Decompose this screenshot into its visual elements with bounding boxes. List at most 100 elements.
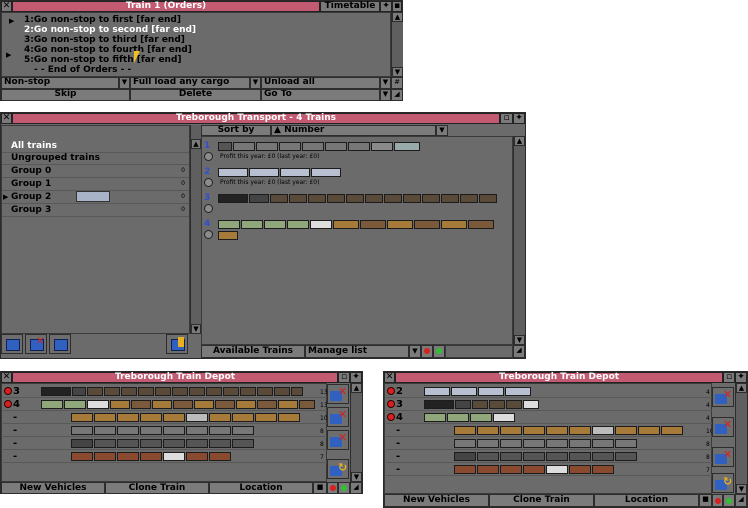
vehicle-row[interactable]: 3 [202,192,512,218]
depot-vehicle-list[interactable]: 2 4 3 4 4 4 - 10 - 8 - 8 - 7 [384,383,714,494]
orders-title[interactable]: Train 1 (Orders) [12,1,320,12]
stop-all-icon[interactable] [421,345,433,358]
pin-icon[interactable]: ✦ [735,372,747,383]
close-button[interactable]: ✕ [1,113,12,124]
sort-dropdown-arrow-icon[interactable]: ▼ [436,125,448,136]
group-row[interactable]: Group 0 0 [2,165,189,178]
sell-all-icon[interactable]: ✕ [327,430,349,450]
train-icon[interactable]: ■ [313,482,327,494]
scroll-up-icon[interactable]: ▲ [514,136,525,146]
vehicle-row[interactable]: 1 Profit this year: £0 (last year: £0) [202,140,512,166]
depot-row[interactable]: - 7 [386,463,712,476]
depot-scrollbar[interactable]: ▲ ▼ [735,383,747,494]
sticky-icon[interactable]: ▪ [392,1,402,12]
goto-dropdown-arrow-icon[interactable]: ▼ [380,89,391,101]
unload-dropdown-arrow-icon[interactable]: ▼ [380,77,391,89]
scroll-up-icon[interactable]: ▲ [736,383,747,393]
resize-handle-icon[interactable]: ◢ [391,89,403,101]
close-button[interactable]: ✕ [1,1,12,12]
manage-list-dropdown[interactable]: Manage list [305,345,409,358]
pin-icon[interactable]: ✦ [350,372,362,383]
delete-group-icon[interactable]: ✕ [25,334,47,354]
resize-handle-icon[interactable]: ◢ [735,494,747,507]
autoreplace-icon[interactable]: ↻ [327,459,349,479]
close-button[interactable]: ✕ [1,372,12,383]
nonstop-dropdown[interactable]: Non-stop [1,77,119,89]
depot-row[interactable]: 4 13 [3,398,328,411]
vehicle-row[interactable]: 2 Profit this year: £0 (last year: £0) [202,166,512,192]
sell-vehicle-icon[interactable]: ✕ [327,384,349,404]
scroll-up-icon[interactable]: ▲ [351,383,362,393]
delete-button[interactable]: Delete [130,89,261,101]
location-button[interactable]: Location [209,482,313,494]
pin-icon[interactable]: ✦ [513,113,525,124]
clone-train-button[interactable]: Clone Train [489,494,594,507]
depot-vehicle-list[interactable]: 3 13 4 13 - 10 - 8 - 8 - 7 [1,383,328,482]
orders-list[interactable]: ▶ ▶ 1:Go non-stop to first [far end] 2:G… [1,12,391,77]
sell-chain-icon[interactable]: ✕ [327,407,349,427]
resize-handle-icon[interactable]: ◢ [350,482,362,494]
start-all-icon[interactable] [338,482,350,494]
scroll-down-icon[interactable]: ▼ [351,472,362,482]
depot-row[interactable]: 2 4 [386,385,712,398]
vehicle-list[interactable]: 1 Profit this year: £0 (last year: £0) 2… [201,136,513,345]
depot-row[interactable]: - 8 [386,450,712,463]
depot-scrollbar[interactable]: ▲ ▼ [350,383,362,482]
close-button[interactable]: ✕ [384,372,395,383]
depot-row[interactable]: - 8 [3,424,327,437]
goto-dropdown[interactable]: Go To [261,89,380,101]
train-icon[interactable]: ■ [699,494,712,507]
sort-by-button[interactable]: Sort by [201,125,271,136]
resize-handle-icon[interactable]: ◢ [513,345,525,358]
unload-dropdown[interactable]: Unload all [261,77,380,89]
sell-vehicle-icon[interactable]: ✕ [712,387,734,407]
group-row-ungrouped[interactable]: Ungrouped trains [2,152,189,165]
orders-scrollbar[interactable]: ▲ ▼ [391,12,403,77]
depot-row[interactable]: - 7 [3,450,327,463]
depot-row[interactable]: 4 4 [386,411,712,424]
load-dropdown-arrow-icon[interactable]: ▼ [250,77,261,89]
grid-icon[interactable]: # [391,77,403,89]
order-item[interactable]: 1:Go non-stop to first [far end] [24,16,181,25]
scroll-down-icon[interactable]: ▼ [514,335,525,345]
depot-title[interactable]: Treborough Train Depot [12,372,338,383]
order-item[interactable]: 4:Go non-stop to fourth [far end] [24,46,192,55]
manage-list-arrow-icon[interactable]: ▼ [409,345,421,358]
location-button[interactable]: Location [594,494,699,507]
replace-protection-icon[interactable] [166,334,188,354]
scroll-down-icon[interactable]: ▼ [191,324,201,334]
load-dropdown[interactable]: Full load any cargo [130,77,250,89]
start-all-icon[interactable] [433,345,445,358]
order-item[interactable]: 3:Go non-stop to third [far end] [24,36,185,45]
group-row[interactable]: Group 3 0 [2,204,189,217]
new-vehicles-button[interactable]: New Vehicles [1,482,105,494]
group-row[interactable]: Group 1 0 [2,178,189,191]
shade-icon[interactable]: ▫ [723,372,735,383]
start-all-icon[interactable] [723,494,735,507]
scroll-up-icon[interactable]: ▲ [392,12,403,22]
pin-icon[interactable]: ✦ [380,1,392,12]
scroll-down-icon[interactable]: ▼ [736,484,747,494]
depot-row[interactable]: - 10 [3,411,328,424]
depot-row[interactable]: 3 13 [3,385,328,398]
timetable-button[interactable]: Timetable [320,1,380,12]
nonstop-dropdown-arrow-icon[interactable]: ▼ [119,77,130,89]
group-row-selected[interactable]: ▶ Group 2 0 [2,191,189,204]
shade-icon[interactable]: ▫ [338,372,350,383]
group-window-title[interactable]: Treborough Transport - 4 Trains [12,113,500,124]
group-scrollbar[interactable]: ▲ ▼ [190,125,201,334]
depot-row[interactable]: - 10 [386,424,714,437]
new-vehicles-button[interactable]: New Vehicles [384,494,489,507]
depot-row[interactable]: 3 4 [386,398,712,411]
sort-criteria-dropdown[interactable]: ▲ Number [271,125,436,136]
shade-icon[interactable]: ▫ [500,113,513,124]
clone-train-button[interactable]: Clone Train [105,482,209,494]
end-of-orders[interactable]: - - End of Orders - - [34,66,131,75]
skip-button[interactable]: Skip [1,89,130,101]
sell-all-icon[interactable]: ✕ [712,447,734,467]
order-item[interactable]: 5:Go non-stop to fifth [far end] [24,56,182,65]
sell-chain-icon[interactable]: ✕ [712,417,734,437]
depot-title[interactable]: Treborough Train Depot [395,372,723,383]
vehicle-scrollbar[interactable]: ▲ ▼ [513,136,525,345]
depot-row[interactable]: - 8 [3,437,327,450]
